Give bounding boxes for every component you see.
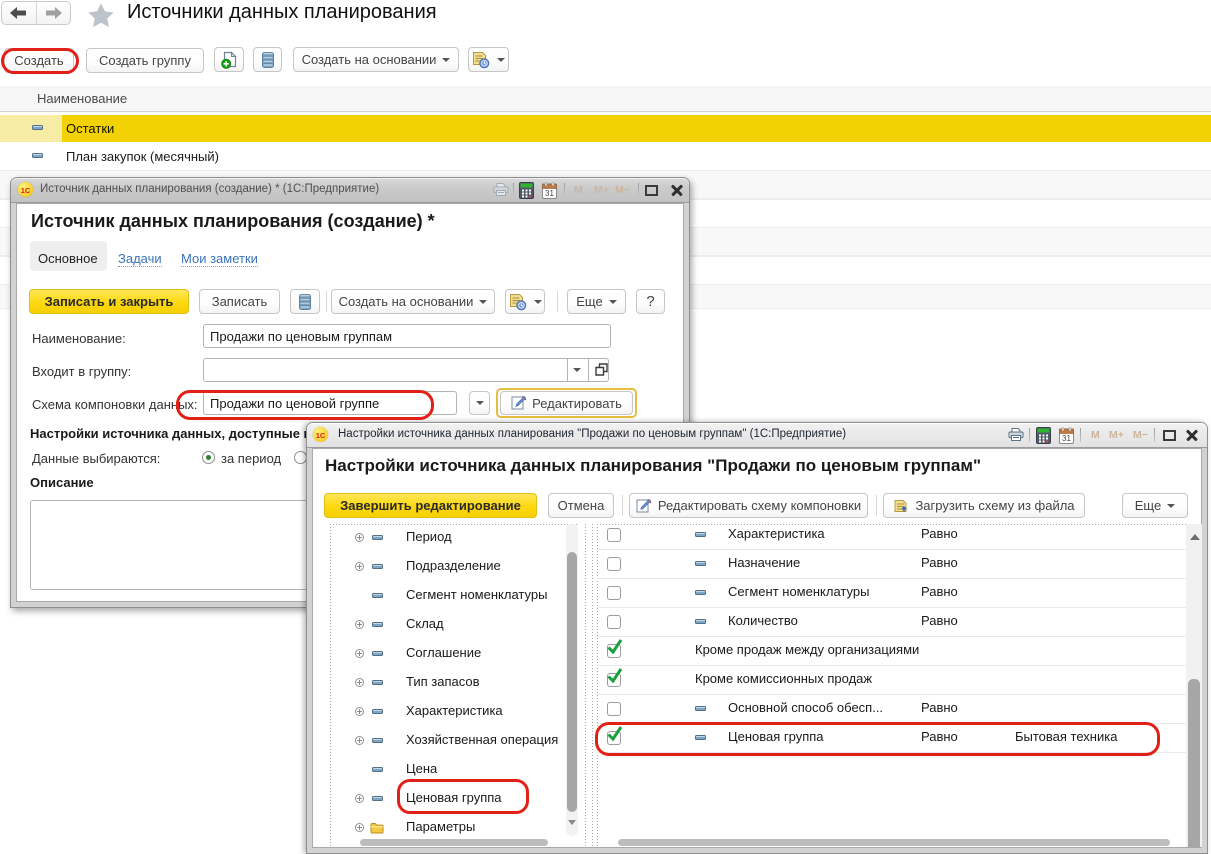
svg-text:31: 31: [1062, 434, 1071, 443]
svg-text:31: 31: [545, 189, 554, 198]
